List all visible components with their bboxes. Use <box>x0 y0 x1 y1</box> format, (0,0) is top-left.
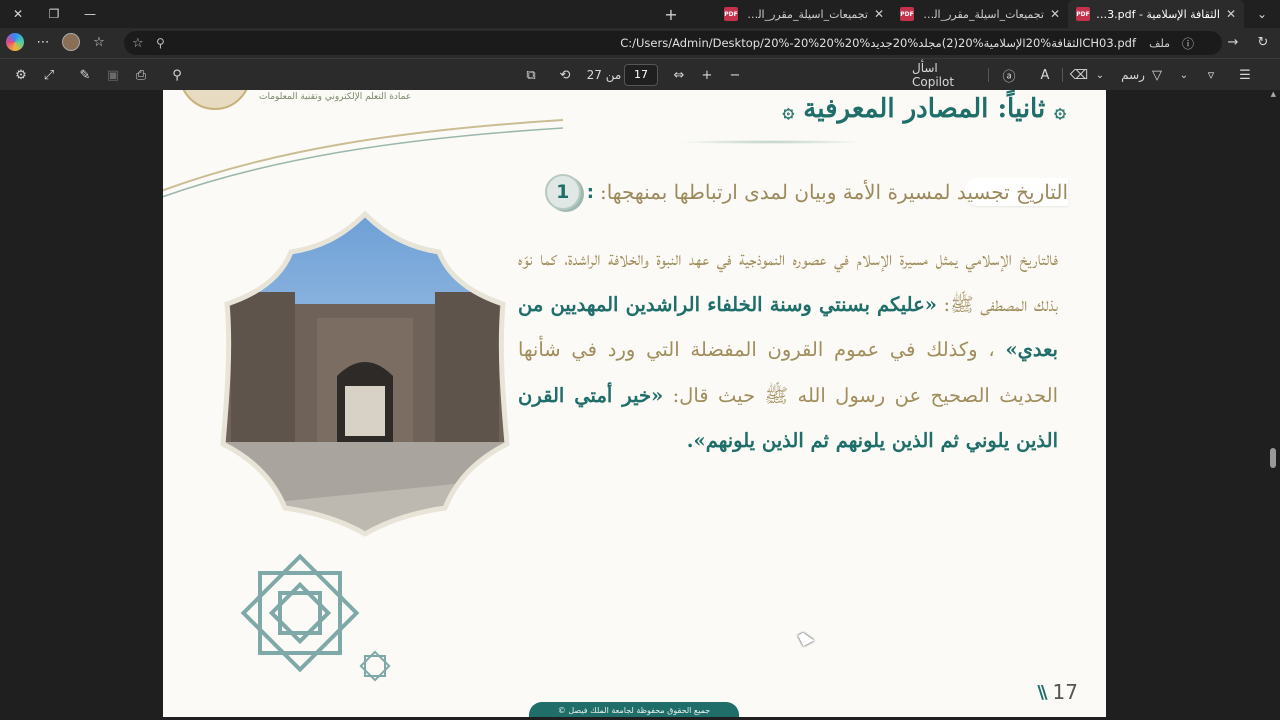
save-as-icon[interactable]: ✎ <box>74 64 96 86</box>
toolbar-divider <box>988 68 989 82</box>
deanship-logo-text: عمادة التعلم الإلكتروني وتقنية المعلومات <box>259 92 412 102</box>
new-tab-button[interactable]: + <box>660 0 682 28</box>
find-search-icon[interactable]: ⚲ <box>166 64 188 86</box>
draw-pen-icon[interactable]: ▽ <box>1146 64 1168 86</box>
favorites-icon[interactable]: ☆ <box>88 31 110 53</box>
pdf-page: عمادة التعلم الإلكتروني وتقنية المعلومات… <box>163 90 1106 717</box>
tab-list: PDF الثقافة الإسلامية - CH03.pdf ✕ PDF ت… <box>716 0 1244 28</box>
page-view-icon[interactable]: ⧉ <box>520 64 542 86</box>
zoom-in-icon[interactable]: + <box>696 64 718 86</box>
fullscreen-expand-icon[interactable]: ⤢ <box>38 64 60 86</box>
heading-ornament-right: ۞ <box>1054 98 1066 122</box>
copilot-logo-icon[interactable] <box>6 33 24 51</box>
settings-gear-icon[interactable]: ⚙ <box>10 64 32 86</box>
section-heading: ۞ ثانياً: المصادر المعرفية ۞ <box>783 94 1066 124</box>
page-number-input[interactable]: 17 <box>624 64 658 86</box>
tab-tajmeeat-2[interactable]: PDF تجميعات_اسيلة_مقرر_الثقافة_الاسلا ✕ <box>716 0 892 28</box>
zoom-out-icon[interactable]: − <box>724 64 746 86</box>
erase-icon[interactable]: ⌫ <box>1068 64 1090 86</box>
scrollbar-thumb[interactable] <box>1270 448 1276 468</box>
erase-chevron-icon[interactable]: ⌄ <box>1092 64 1108 86</box>
ask-copilot-button[interactable]: اسأل Copilot <box>912 61 982 89</box>
heading-underline <box>676 140 866 144</box>
forward-icon[interactable]: → <box>1222 31 1244 53</box>
site-info-icon[interactable]: ⓘ <box>1182 35 1194 52</box>
copyright-footer: جميع الحقوق محفوظة لجامعة الملك فيصل © <box>529 702 739 717</box>
heading-text: ثانياً: المصادر المعرفية <box>803 94 1046 124</box>
search-icon[interactable]: ⚲ <box>156 36 165 50</box>
point-title: التاريخ تجسيد لمسيرة الأمة وبيان لمدى ار… <box>599 180 1068 204</box>
highlight-icon[interactable]: ▿ <box>1200 64 1222 86</box>
pdf-toolbar: ⚙ ⤢ ✎ ▣ ⎙ ⚲ ⧉ ⟲ من 27 17 ⇔ + − اسأل Copi… <box>0 58 1280 90</box>
page-number-mark: \\ <box>1037 681 1047 703</box>
point-one: 1 : التاريخ تجسيد لمسيرة الأمة وبيان لمد… <box>544 174 1068 210</box>
body-paragraph: فالتاريخ الإسلامي يمثل مسيرة الإسلام في … <box>518 236 1058 464</box>
pdf-file-icon: PDF <box>724 7 738 21</box>
point-number-badge: 1 <box>544 174 581 210</box>
tab-strip: ✕ ❐ — + PDF الثقافة الإسلامية - CH03.pdf… <box>0 0 1280 28</box>
fit-width-icon[interactable]: ⇔ <box>668 64 690 86</box>
pdf-file-icon: PDF <box>900 7 914 21</box>
page-number-footer: \\ 17 <box>1037 680 1078 704</box>
read-aloud-icon[interactable]: ⓐ <box>998 64 1020 86</box>
refresh-icon[interactable]: ↻ <box>1252 31 1274 53</box>
add-favorite-icon[interactable]: ☆ <box>132 36 144 51</box>
geometric-ornament-large <box>240 553 360 673</box>
tab-tajmeeat-1[interactable]: PDF تجميعات_اسيلة_مقرر_الثقافة_الاسلا ✕ <box>892 0 1068 28</box>
page-number-text: 17 <box>1052 680 1078 704</box>
tab-close-icon[interactable]: ✕ <box>1050 7 1060 21</box>
toolbar-divider <box>1062 68 1063 82</box>
historic-gate-photo <box>220 210 510 537</box>
tab-close-icon[interactable]: ✕ <box>1226 7 1236 21</box>
scroll-up-arrow-icon[interactable]: ▲ <box>1271 90 1276 98</box>
draw-chevron-icon[interactable]: ⌄ <box>1176 64 1192 86</box>
tab-title: الثقافة الإسلامية - CH03.pdf <box>1096 7 1220 21</box>
contents-list-icon[interactable]: ☰ <box>1234 64 1256 86</box>
pdf-file-icon: PDF <box>1076 7 1090 21</box>
page-total-label: من 27 <box>586 68 622 82</box>
tab-title: تجميعات_اسيلة_مقرر_الثقافة_الاسلا <box>744 7 868 21</box>
minimize-window-icon[interactable]: — <box>72 0 108 28</box>
restore-window-icon[interactable]: ❐ <box>36 0 72 28</box>
text-size-icon[interactable]: A <box>1034 64 1056 86</box>
tab-title: تجميعات_اسيلة_مقرر_الثقافة_الاسلا <box>920 7 1044 21</box>
nav-left-group: ⋯ ☆ <box>6 31 110 53</box>
more-options-icon[interactable]: ⋯ <box>32 31 54 53</box>
close-window-icon[interactable]: ✕ <box>0 0 36 28</box>
vertical-scrollbar[interactable]: ▲ <box>1270 90 1276 720</box>
tab-actions-chevron-icon[interactable]: ⌄ <box>1244 0 1280 28</box>
nav-right-group: → ↻ <box>1222 31 1274 53</box>
point-colon: : <box>586 181 594 203</box>
save-icon[interactable]: ▣ <box>102 64 124 86</box>
address-bar[interactable]: ☆ ⚲ C:/Users/Admin/Desktop/20%-20%20%الث… <box>124 31 1222 55</box>
profile-avatar[interactable] <box>62 33 80 51</box>
rotate-icon[interactable]: ⟲ <box>554 64 576 86</box>
print-icon[interactable]: ⎙ <box>130 64 152 86</box>
navigation-bar: ⋯ ☆ ☆ ⚲ C:/Users/Admin/Desktop/20%-20%20… <box>0 28 1280 58</box>
geometric-ornament-small <box>359 650 391 682</box>
pdf-viewer: عمادة التعلم الإلكتروني وتقنية المعلومات… <box>0 90 1280 720</box>
heading-ornament-left: ۞ <box>782 98 795 122</box>
tab-close-icon[interactable]: ✕ <box>874 7 884 21</box>
address-url[interactable]: C:/Users/Admin/Desktop/20%-20%20%الثقافة… <box>620 36 1136 50</box>
tab-ch03-pdf[interactable]: PDF الثقافة الإسلامية - CH03.pdf ✕ <box>1068 0 1244 28</box>
file-label: ملف <box>1149 36 1170 50</box>
draw-label[interactable]: رسم <box>1118 64 1148 86</box>
